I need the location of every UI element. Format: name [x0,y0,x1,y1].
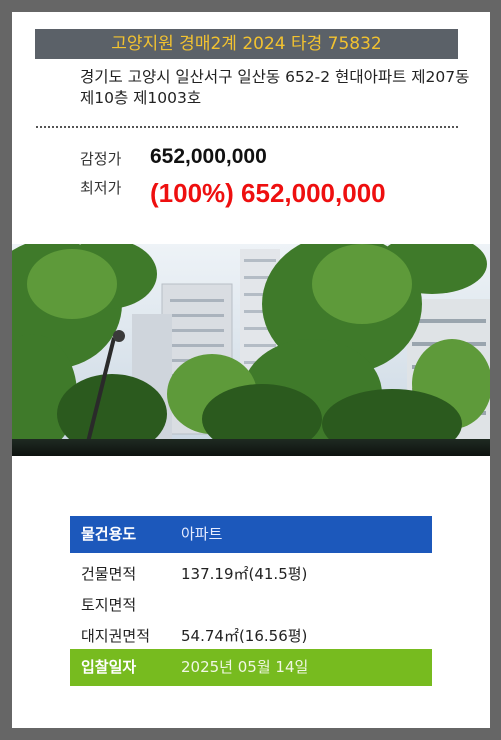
minimum-price-label: 최저가 [80,179,122,197]
bid-date-value: 2025년 05월 14일 [181,658,309,676]
appraisal-price-value: 652,000,000 [150,145,267,168]
apartment-photo [12,244,490,456]
court-case-header: 고양지원 경매2계 2024 타경 75832 [35,29,458,59]
bid-date-row: 입찰일자 2025년 05월 14일 [70,649,432,686]
property-type-label: 물건용도 [81,525,137,543]
bid-date-label: 입찰일자 [81,658,137,676]
property-address: 경기도 고양시 일산서구 일산동 652-2 현대아파트 제207동 제10층 … [80,68,470,107]
property-type-row: 물건용도 아파트 [70,516,432,553]
appraisal-price-label: 감정가 [80,150,122,168]
property-type-value: 아파트 [181,525,223,543]
minimum-price-value: (100%) 652,000,000 [150,178,386,208]
auction-card: 고양지원 경매2계 2024 타경 75832 경기도 고양시 일산서구 일산동… [12,12,490,728]
dotted-divider [36,126,458,128]
